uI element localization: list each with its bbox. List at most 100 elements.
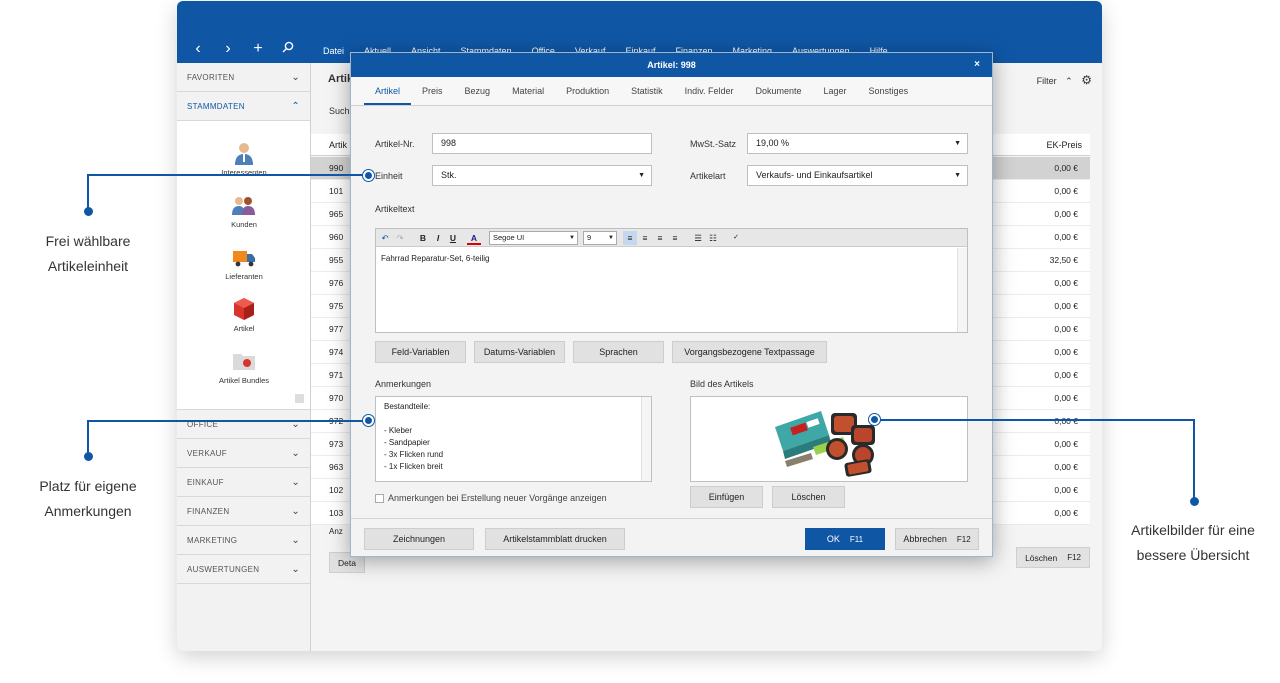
dropdown-arrow-icon: ▼	[954, 172, 961, 179]
dropdown-arrow-icon: ▼	[954, 140, 961, 147]
callout-dot	[84, 207, 93, 216]
einfuegen-button[interactable]: Einfügen	[690, 486, 763, 508]
chevron-up-icon: ⌃	[291, 100, 300, 112]
tab-bezug[interactable]: Bezug	[454, 77, 502, 105]
dropdown-arrow-icon: ▼	[638, 172, 645, 179]
tab-artikel[interactable]: Artikel	[364, 77, 412, 105]
spellcheck-icon[interactable]: ✓	[729, 231, 743, 245]
font-size-select[interactable]: 9 ▼	[583, 231, 617, 245]
underline-icon[interactable]: U	[446, 231, 460, 245]
sidebar-section-favoriten[interactable]: FAVORITEN ⌄	[177, 63, 310, 92]
align-center-icon[interactable]: ≡	[638, 231, 652, 245]
close-icon[interactable]: ×	[966, 55, 988, 75]
sidebar-section-finanzen[interactable]: FINANZEN ⌄	[177, 497, 310, 526]
filter-toggle[interactable]: Filter ⌃ ⚙	[1037, 73, 1092, 87]
collapse-handle[interactable]	[295, 394, 304, 403]
tab-dokumente[interactable]: Dokumente	[744, 77, 812, 105]
chevron-down-icon: ⌄	[291, 476, 300, 488]
callout-marker-bild	[869, 414, 880, 425]
nav-icons: ‹ › +	[189, 41, 297, 57]
callout-line-bild	[875, 419, 1195, 421]
mwst-label: MwSt.-Satz	[690, 139, 737, 149]
callout-line-anmerkungen	[87, 420, 369, 422]
back-icon[interactable]: ‹	[189, 41, 207, 57]
bullet-list-icon[interactable]: ☰	[691, 231, 705, 245]
redo-icon[interactable]: ↷	[393, 231, 407, 245]
tab-preis[interactable]: Preis	[411, 77, 454, 105]
artikel-nr-label: Artikel-Nr.	[375, 139, 415, 149]
sidebar-item-artikel-bundles[interactable]: Artikel Bundles	[177, 349, 311, 385]
editor-scrollbar[interactable]	[957, 248, 967, 332]
align-justify-icon[interactable]: ≡	[668, 231, 682, 245]
undo-icon[interactable]: ↶	[378, 231, 392, 245]
sidebar-section-verkauf[interactable]: VERKAUF ⌄	[177, 439, 310, 468]
artikeltext-editor[interactable]: ↶ ↷ B I U A Segoe UI ▼ 9 ▼ ≡ ≡ ≡ ≡ ☰ ☷ ✓ F…	[375, 228, 968, 333]
tab-statistik[interactable]: Statistik	[620, 77, 674, 105]
mwst-select[interactable]: 19,00 % ▼	[747, 133, 968, 154]
anmerkungen-content[interactable]: Bestandteile: - Kleber - Sandpapier - 3x…	[384, 401, 443, 473]
search-label: Such	[329, 106, 350, 116]
anmerkungen-textarea[interactable]: Bestandteile: - Kleber - Sandpapier - 3x…	[375, 396, 652, 482]
notes-scrollbar[interactable]	[641, 397, 651, 481]
anmerkungen-checkbox[interactable]: Anmerkungen bei Erstellung neuer Vorgäng…	[375, 493, 607, 503]
delete-button[interactable]: Löschen F12	[1016, 547, 1090, 568]
font-color-icon[interactable]: A	[467, 231, 481, 245]
chevron-down-icon: ⌄	[291, 447, 300, 459]
sidebar-section-marketing[interactable]: MARKETING ⌄	[177, 526, 310, 555]
datums-variablen-button[interactable]: Datums-Variablen	[474, 341, 565, 363]
tab-lager[interactable]: Lager	[813, 77, 858, 105]
people-icon	[232, 197, 255, 215]
einheit-label: Einheit	[375, 171, 403, 181]
sidebar-item-artikel[interactable]: Artikel	[177, 297, 311, 333]
search-icon[interactable]	[279, 41, 297, 57]
artikeltext-label: Artikeltext	[375, 204, 415, 214]
article-dialog: Artikel: 998 × Artikel Preis Bezug Mater…	[350, 52, 993, 557]
tab-material[interactable]: Material	[501, 77, 555, 105]
add-icon[interactable]: +	[249, 41, 267, 57]
column-ek-preis[interactable]: EK-Preis	[1046, 140, 1082, 150]
stammblatt-drucken-button[interactable]: Artikelstammblatt drucken	[485, 528, 625, 550]
dialog-footer: Zeichnungen Artikelstammblatt drucken OK…	[351, 518, 992, 556]
callout-line-einheit-v	[87, 174, 89, 210]
folder-icon	[233, 354, 255, 370]
sidebar-section-auswertungen[interactable]: AUSWERTUNGEN ⌄	[177, 555, 310, 584]
editor-toolbar: ↶ ↷ B I U A Segoe UI ▼ 9 ▼ ≡ ≡ ≡ ≡ ☰ ☷ ✓	[376, 229, 967, 247]
menu-datei[interactable]: Datei	[323, 46, 344, 56]
feld-variablen-button[interactable]: Feld-Variablen	[375, 341, 466, 363]
gear-icon[interactable]: ⚙	[1081, 73, 1092, 87]
column-artikel[interactable]: Artik	[329, 140, 347, 150]
article-image-box[interactable]	[690, 396, 968, 482]
tab-sonstiges[interactable]: Sonstiges	[858, 77, 920, 105]
sidebar-item-kunden[interactable]: Kunden	[177, 193, 311, 229]
italic-icon[interactable]: I	[431, 231, 445, 245]
ok-button[interactable]: OK F11	[805, 528, 885, 550]
numbered-list-icon[interactable]: ☷	[706, 231, 720, 245]
footer-right: Löschen F12	[1016, 547, 1090, 568]
sprachen-button[interactable]: Sprachen	[573, 341, 664, 363]
artikel-nr-field[interactable]: 998	[432, 133, 652, 154]
sidebar: FAVORITEN ⌄ STAMMDATEN ⌃ Interessenten Kun…	[177, 63, 311, 651]
anmerkungen-label: Anmerkungen	[375, 379, 432, 389]
einheit-select[interactable]: Stk. ▼	[432, 165, 652, 186]
tab-produktion[interactable]: Produktion	[555, 77, 620, 105]
sidebar-item-interessenten[interactable]: Interessenten	[177, 141, 311, 177]
sidebar-section-stammdaten[interactable]: STAMMDATEN ⌃	[177, 92, 310, 121]
sidebar-section-einkauf[interactable]: EINKAUF ⌄	[177, 468, 310, 497]
sidebar-section-office[interactable]: OFFICE ⌄	[177, 410, 310, 439]
abbrechen-button[interactable]: Abbrechen F12	[895, 528, 979, 550]
zeichnungen-button[interactable]: Zeichnungen	[364, 528, 474, 550]
artikeltext-content[interactable]: Fahrrad Reparatur-Set, 6-teilig	[381, 254, 490, 263]
bild-loeschen-button[interactable]: Löschen	[772, 486, 845, 508]
checkbox-box[interactable]	[375, 493, 384, 503]
sidebar-item-lieferanten[interactable]: Lieferanten	[177, 245, 311, 281]
tab-indiv-felder[interactable]: Indiv. Felder	[674, 77, 745, 105]
chevron-down-icon: ⌄	[291, 71, 300, 83]
font-family-select[interactable]: Segoe UI ▼	[489, 231, 578, 245]
artikelart-select[interactable]: Verkaufs- und Einkaufsartikel ▼	[747, 165, 968, 186]
align-right-icon[interactable]: ≡	[653, 231, 667, 245]
textpassage-button[interactable]: Vorgangsbezogene Textpassage	[672, 341, 827, 363]
bold-icon[interactable]: B	[416, 231, 430, 245]
align-left-icon[interactable]: ≡	[623, 231, 637, 245]
forward-icon[interactable]: ›	[219, 41, 237, 57]
box-icon	[234, 298, 254, 320]
